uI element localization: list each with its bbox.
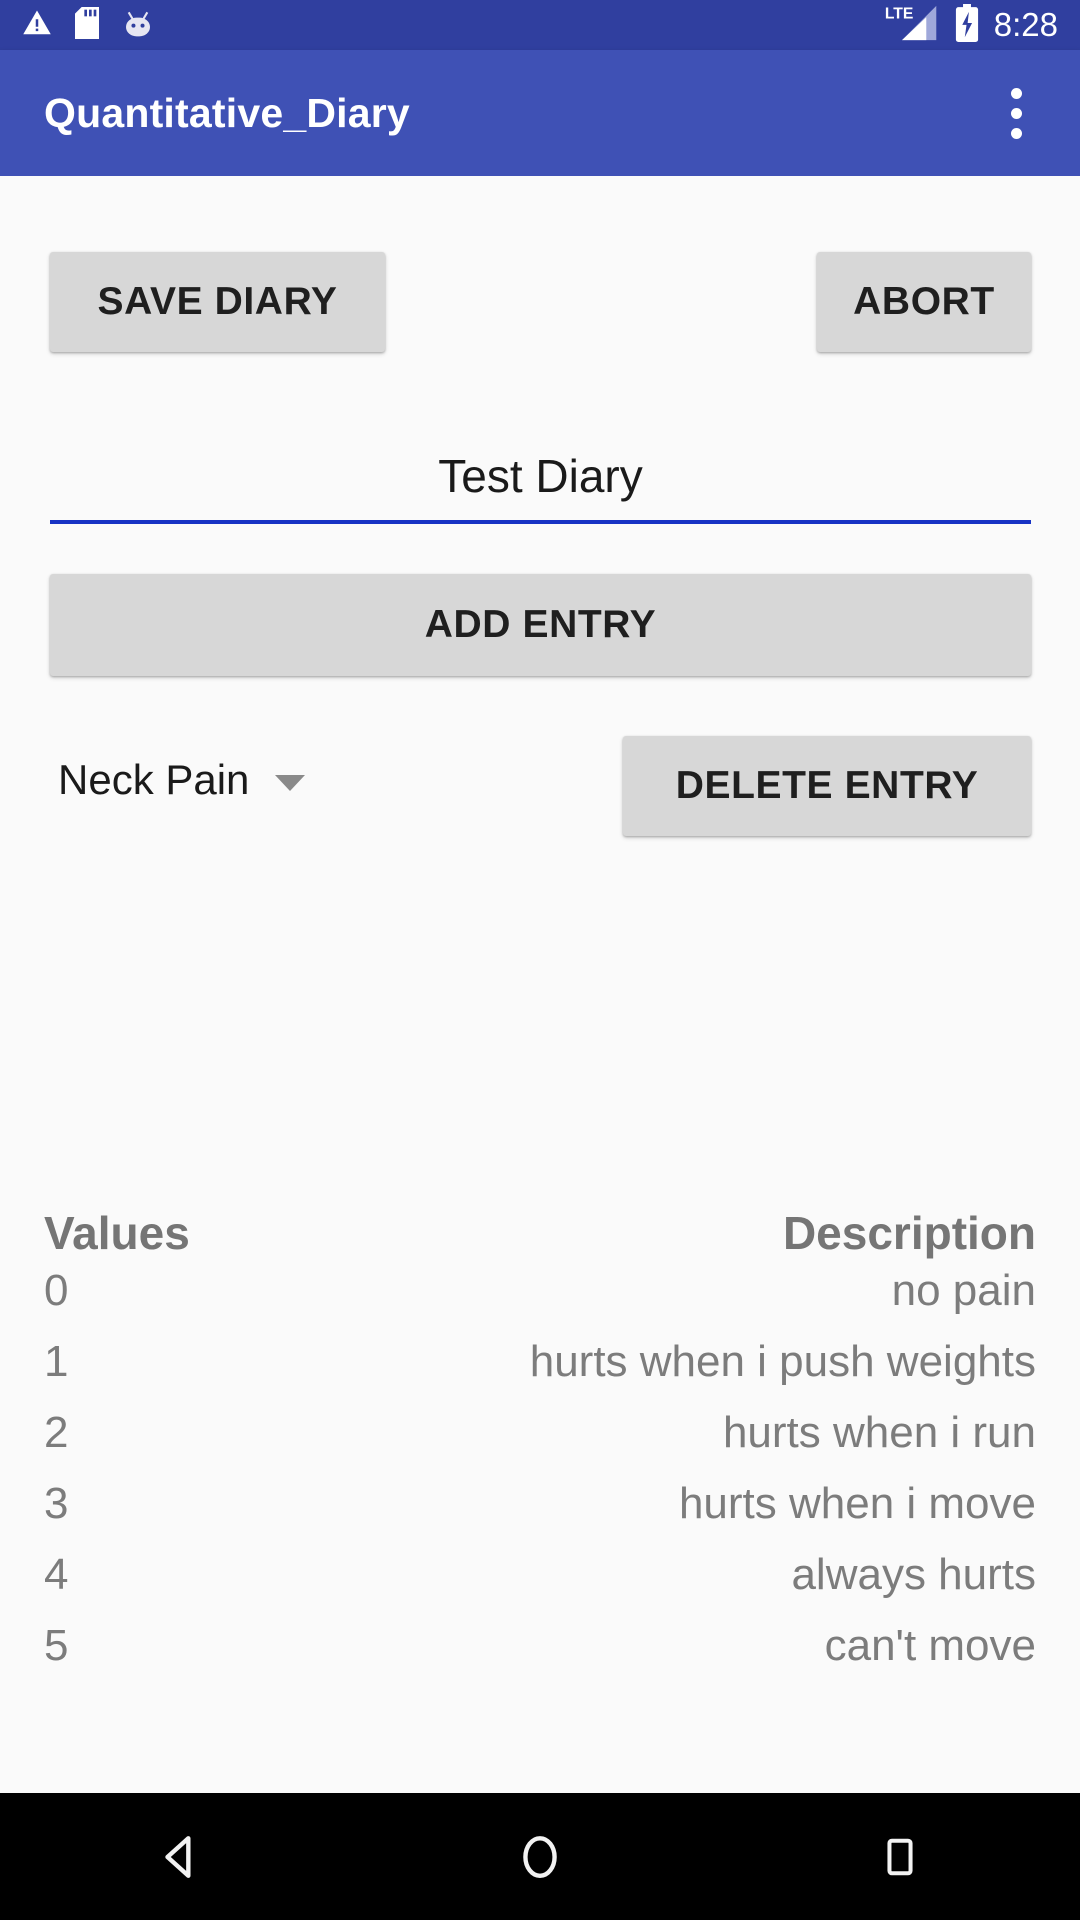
cell-description: hurts when i push weights (529, 1337, 1036, 1386)
cell-value: 3 (44, 1479, 69, 1528)
diary-title-value: Test Diary (438, 450, 643, 502)
sd-card-icon (74, 6, 100, 44)
abort-button[interactable]: ABORT (817, 252, 1031, 352)
values-description-table: Values Description 0 no pain 1 hurts when i… (0, 1206, 1080, 1692)
status-bar: LTE 8:28 (0, 0, 1080, 50)
top-action-row: SAVE DIARY ABORT (0, 252, 1080, 352)
main-content: SAVE DIARY ABORT Test Diary ADD ENTRY Ne… (0, 176, 1080, 1793)
column-header-values: Values (44, 1207, 190, 1259)
status-bar-left-icons (22, 6, 154, 44)
overflow-dot (1010, 87, 1022, 99)
warning-triangle-icon (22, 8, 52, 43)
cell-description: no pain (891, 1266, 1036, 1315)
overflow-dot (1010, 107, 1022, 119)
home-circle-icon[interactable] (445, 1793, 635, 1920)
entry-type-spinner[interactable]: Neck Pain (58, 750, 306, 810)
phone-screen: LTE 8:28 Quantitative_Diary SAVE DIARY A… (0, 0, 1080, 1920)
table-row: 5 can't move (0, 1621, 1080, 1692)
diary-title-input[interactable]: Test Diary (50, 432, 1031, 524)
cell-value: 2 (44, 1408, 69, 1457)
recents-square-icon[interactable] (805, 1793, 995, 1920)
table-row: 1 hurts when i push weights (0, 1337, 1080, 1408)
delete-entry-button[interactable]: DELETE ENTRY (623, 736, 1031, 836)
table-row: 2 hurts when i run (0, 1408, 1080, 1479)
table-row: 4 always hurts (0, 1550, 1080, 1621)
table-row: 3 hurts when i move (0, 1479, 1080, 1550)
battery-charging-icon (954, 3, 980, 47)
cell-description: always hurts (791, 1550, 1036, 1599)
overflow-dot (1010, 127, 1022, 139)
status-bar-clock: 8:28 (993, 6, 1058, 43)
entry-type-spinner-label: Neck Pain (58, 756, 250, 803)
app-bar: Quantitative_Diary (0, 50, 1080, 176)
system-nav-bar (0, 1793, 1080, 1920)
cell-description: hurts when i run (722, 1408, 1036, 1457)
status-bar-right-icons: LTE 8:28 (884, 0, 1058, 50)
cell-description: can't move (824, 1621, 1036, 1670)
page-title: Quantitative_Diary (44, 89, 410, 136)
more-vertical-icon[interactable] (986, 68, 1046, 158)
android-head-icon (122, 8, 154, 43)
table-body: 0 no pain 1 hurts when i push weights 2 hurts… (0, 1266, 1080, 1692)
table-header-row: Values Description (0, 1206, 1080, 1260)
back-triangle-icon[interactable] (85, 1793, 275, 1920)
chevron-down-icon (275, 775, 306, 791)
entry-row: Neck Pain DELETE ENTRY (0, 736, 1080, 846)
cell-value: 4 (44, 1550, 69, 1599)
save-diary-button[interactable]: SAVE DIARY (50, 252, 385, 352)
add-entry-button[interactable]: ADD ENTRY (50, 574, 1031, 676)
cell-description: hurts when i move (678, 1479, 1036, 1528)
cell-value: 0 (44, 1266, 69, 1315)
cell-value: 5 (44, 1621, 69, 1670)
cell-value: 1 (44, 1337, 69, 1386)
svg-text:LTE: LTE (885, 5, 914, 22)
table-row: 0 no pain (0, 1266, 1080, 1337)
column-header-description: Description (782, 1207, 1036, 1259)
signal-bars-icon: LTE (884, 3, 940, 48)
